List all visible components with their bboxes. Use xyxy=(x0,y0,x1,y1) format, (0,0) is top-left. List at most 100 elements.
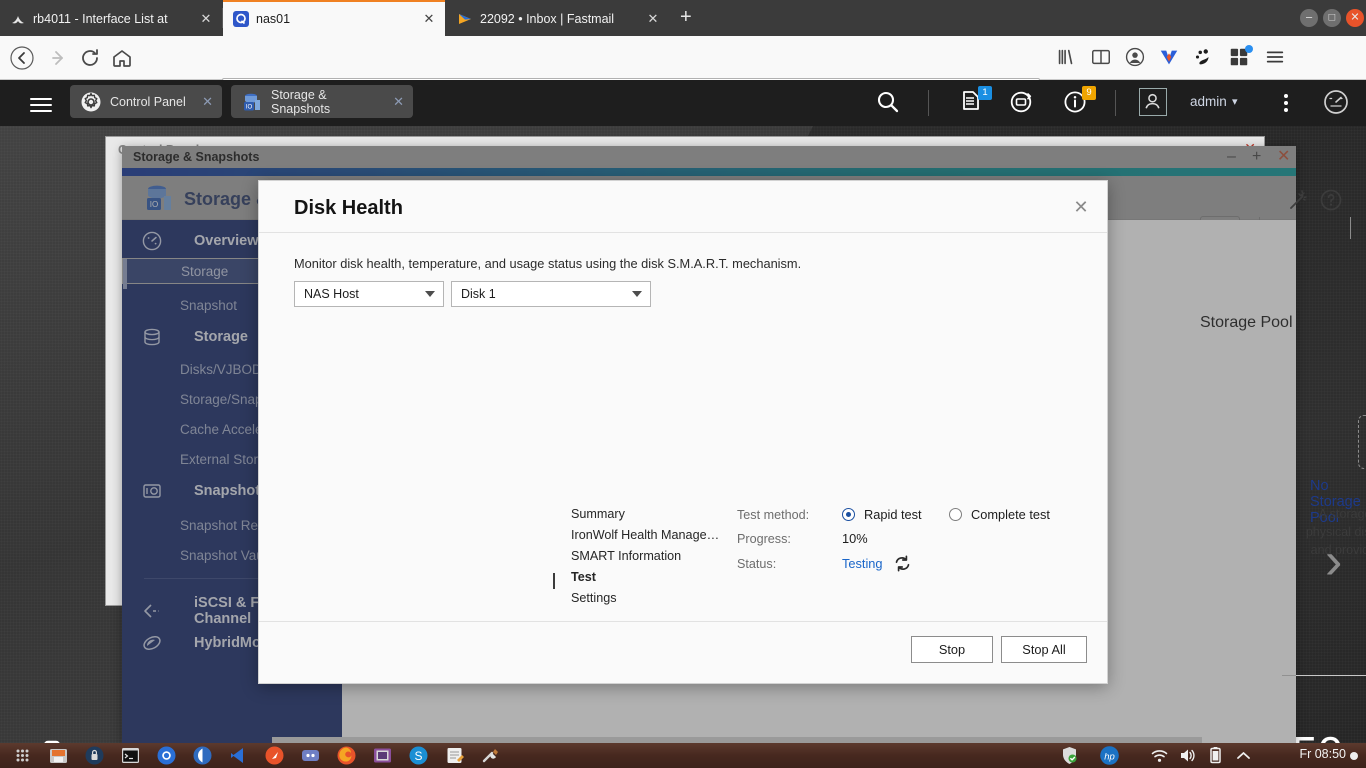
progress-label: Progress: xyxy=(737,532,791,546)
status-label: Status: xyxy=(737,557,777,571)
taskbar-clock[interactable]: Fr 08:50 xyxy=(1299,747,1346,761)
external-device-icon[interactable] xyxy=(1008,89,1034,120)
app-tab-label: Storage & Snapshots xyxy=(271,87,331,116)
maximize-icon: □ xyxy=(1328,11,1336,24)
app-tab-control-panel[interactable]: Control Panel ✕ xyxy=(70,85,222,118)
storage-pool-description: A storage pool is used to aggregate phys… xyxy=(1305,507,1366,557)
help-icon[interactable] xyxy=(1319,188,1343,217)
complete-test-radio[interactable] xyxy=(949,508,962,521)
dialog-close-icon[interactable]: ✕ xyxy=(1069,195,1093,219)
gnome-icon[interactable] xyxy=(1192,46,1216,70)
header-divider xyxy=(928,90,929,116)
volume-icon[interactable] xyxy=(1177,745,1198,766)
wifi-icon[interactable] xyxy=(1149,745,1170,766)
skype-icon[interactable]: S xyxy=(408,745,429,766)
complete-test-label[interactable]: Complete test xyxy=(971,507,1050,522)
browser-tab-label: rb4011 - Interface List at xyxy=(33,12,168,26)
storage-icon: IO xyxy=(242,92,262,112)
rapid-test-label[interactable]: Rapid test xyxy=(864,507,922,522)
svg-text:S: S xyxy=(414,749,422,763)
app-tab-close-icon[interactable]: ✕ xyxy=(393,94,404,110)
dialog-nav-item-settings[interactable]: Settings xyxy=(571,591,719,612)
user-icon[interactable] xyxy=(1139,88,1167,116)
forward-button xyxy=(47,46,71,70)
disk-select[interactable]: Disk 1 xyxy=(451,281,651,307)
browser-tab-bar: rb4011 - Interface List at ✕ nas01 ✕ 220… xyxy=(0,0,1366,36)
vimium-icon[interactable] xyxy=(1158,46,1182,70)
back-button[interactable] xyxy=(10,46,34,70)
dashboard-icon[interactable] xyxy=(1322,88,1350,121)
battery-icon[interactable] xyxy=(1205,745,1226,766)
app-tab-close-icon[interactable]: ✕ xyxy=(202,94,213,110)
menu-icon[interactable] xyxy=(1264,46,1288,70)
tor-icon[interactable] xyxy=(192,745,213,766)
firefox-icon[interactable] xyxy=(336,745,357,766)
terminal-icon[interactable] xyxy=(120,745,141,766)
dialog-nav-item-smart-information[interactable]: SMART Information xyxy=(571,549,719,570)
stop-button[interactable]: Stop xyxy=(911,636,993,663)
new-tab-button[interactable]: + xyxy=(680,7,692,27)
gear-icon xyxy=(81,92,101,112)
apps-grid-icon[interactable] xyxy=(12,745,33,766)
hp-icon[interactable]: hp xyxy=(1099,745,1120,766)
status-value: Testing xyxy=(842,556,883,571)
postman-icon[interactable] xyxy=(264,745,285,766)
window-maximize-button[interactable]: □ xyxy=(1323,9,1341,27)
files-icon[interactable] xyxy=(48,745,69,766)
keepass-icon[interactable] xyxy=(84,745,105,766)
search-icon[interactable] xyxy=(875,89,901,120)
shield-ok-icon[interactable] xyxy=(1059,745,1080,766)
browser-tab-0[interactable]: rb4011 - Interface List at ✕ xyxy=(0,2,222,36)
chromium-icon[interactable] xyxy=(156,745,177,766)
disk-select-value: Disk 1 xyxy=(461,287,496,301)
tab-close-icon[interactable]: ✕ xyxy=(645,11,661,27)
dialog-nav-item-test[interactable]: Test xyxy=(571,570,719,591)
discord-icon[interactable] xyxy=(300,745,321,766)
window-minimize-button[interactable]: – xyxy=(1300,9,1318,27)
chevron-down-icon xyxy=(425,291,435,297)
svg-text:hp: hp xyxy=(1104,752,1115,763)
tools-icon[interactable] xyxy=(480,745,501,766)
chevron-down-icon[interactable]: ▾ xyxy=(1232,95,1238,108)
qnap-icon xyxy=(233,11,249,27)
create-storage-pool-button[interactable] xyxy=(1358,415,1366,469)
browser-tab-1[interactable]: nas01 ✕ xyxy=(223,0,445,36)
caret-up-icon[interactable] xyxy=(1233,745,1254,766)
tasks-badge: 1 xyxy=(978,86,992,100)
minimize-icon: – xyxy=(1305,11,1313,24)
app-tab-storage-snapshots[interactable]: IO Storage & Snapshots ✕ xyxy=(231,85,413,118)
header-divider-2 xyxy=(1350,217,1351,239)
extensions-badge xyxy=(1245,45,1253,53)
progress-value: 10% xyxy=(842,531,868,546)
tab-close-icon[interactable]: ✕ xyxy=(198,11,214,27)
admin-label[interactable]: admin xyxy=(1190,94,1227,109)
dialog-nav-item-ironwolf[interactable]: IronWolf Health Manage… xyxy=(571,528,719,549)
browser-tab-2[interactable]: 22092 • Inbox | Fastmail ✕ xyxy=(447,2,669,36)
vscode-icon[interactable] xyxy=(228,745,249,766)
dialog-nav-item-summary[interactable]: Summary xyxy=(571,507,719,528)
browser-nav-bar: 10.0.10.17:8080/cgi-bin/ … ☆ xyxy=(0,36,1366,110)
extensions-icon[interactable] xyxy=(1228,45,1253,70)
browser-tab-label: nas01 xyxy=(256,12,291,26)
taskbar-indicator xyxy=(1350,752,1358,760)
tab-close-icon[interactable]: ✕ xyxy=(421,11,437,27)
sidebar-icon[interactable] xyxy=(1090,46,1114,70)
notes-icon[interactable] xyxy=(444,745,465,766)
stop-all-button[interactable]: Stop All xyxy=(1001,636,1087,663)
account-icon[interactable] xyxy=(1124,46,1148,70)
close-icon: ✕ xyxy=(1350,11,1360,24)
window-close-button[interactable]: ✕ xyxy=(1346,9,1364,27)
test-method-label: Test method: xyxy=(737,508,810,522)
library-icon[interactable] xyxy=(1055,46,1079,70)
host-select-value: NAS Host xyxy=(304,287,359,301)
home-button[interactable] xyxy=(110,46,134,70)
rapid-test-radio[interactable] xyxy=(842,508,855,521)
reload-button[interactable] xyxy=(78,46,102,70)
host-select[interactable]: NAS Host xyxy=(294,281,444,307)
qts-main-menu-button[interactable] xyxy=(30,94,52,116)
refresh-icon[interactable] xyxy=(893,554,912,573)
app-tab-label: Control Panel xyxy=(110,94,186,109)
mikrotik-icon xyxy=(10,11,26,27)
kebab-icon[interactable] xyxy=(1276,90,1296,121)
remmina-icon[interactable] xyxy=(372,745,393,766)
